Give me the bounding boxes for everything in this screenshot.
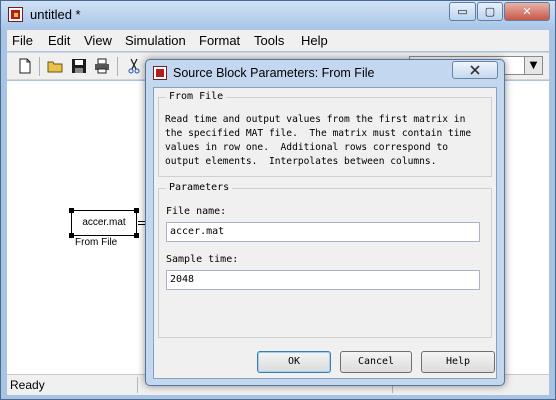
menu-format[interactable]: Format <box>199 33 240 48</box>
minimize-button[interactable]: ▭ <box>449 2 476 21</box>
block-name-label[interactable]: From File <box>75 237 117 248</box>
status-divider <box>137 377 138 393</box>
output-port-icon <box>138 224 145 225</box>
block-description: Read time and output values from the fir… <box>165 114 472 167</box>
simulink-app-icon <box>8 7 23 22</box>
sample-time-label: Sample time: <box>166 254 239 265</box>
menu-view[interactable]: View <box>84 33 112 48</box>
maximize-button[interactable]: ▢ <box>477 2 503 21</box>
from-file-block[interactable]: accer.mat <box>71 210 137 236</box>
window-title: untitled * <box>30 7 81 22</box>
output-port-icon <box>138 221 145 222</box>
file-name-label: File name: <box>166 206 227 217</box>
help-button[interactable]: Help <box>421 351 495 373</box>
chevron-down-icon[interactable]: ▼ <box>524 57 542 74</box>
file-name-field[interactable]: accer.mat <box>166 222 480 242</box>
title-bar: untitled * ▭ ▢ ✕ <box>1 1 555 29</box>
selection-handle[interactable] <box>134 233 139 238</box>
close-button[interactable]: ✕ <box>504 2 550 21</box>
open-folder-icon[interactable] <box>47 58 63 74</box>
menu-simulation[interactable]: Simulation <box>125 33 186 48</box>
menu-bar: File Edit View Simulation Format Tools H… <box>7 30 549 51</box>
dialog-body: From File Read time and output values fr… <box>153 87 497 379</box>
menu-help[interactable]: Help <box>301 33 328 48</box>
cut-icon[interactable] <box>126 58 142 74</box>
toolbar-separator <box>117 57 118 76</box>
dialog-title: Source Block Parameters: From File <box>173 66 375 80</box>
simulink-app-icon <box>153 66 167 80</box>
close-icon <box>470 65 480 75</box>
selection-handle[interactable] <box>134 208 139 213</box>
dialog-close-button[interactable] <box>452 61 498 79</box>
cancel-button[interactable]: Cancel <box>340 351 412 373</box>
ok-button[interactable]: OK <box>257 351 331 373</box>
selection-handle[interactable] <box>69 208 74 213</box>
status-text: Ready <box>10 378 45 392</box>
block-parameters-dialog: Source Block Parameters: From File From … <box>145 59 505 386</box>
toolbar-separator <box>39 57 40 76</box>
menu-file[interactable]: File <box>12 33 33 48</box>
selection-handle[interactable] <box>69 233 74 238</box>
save-icon[interactable] <box>71 58 87 74</box>
menu-tools[interactable]: Tools <box>254 33 284 48</box>
menu-edit[interactable]: Edit <box>48 33 70 48</box>
sample-time-field[interactable]: 2048 <box>166 270 480 290</box>
parameters-group-title: Parameters <box>166 182 233 193</box>
new-file-icon[interactable] <box>17 58 33 74</box>
print-icon[interactable] <box>94 58 110 74</box>
description-group-title: From File <box>166 91 227 102</box>
